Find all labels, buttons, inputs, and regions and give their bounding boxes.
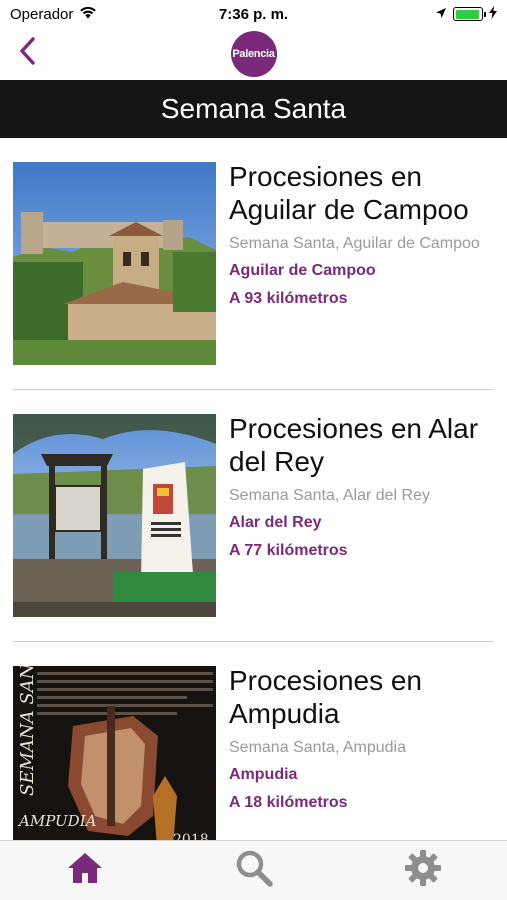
search-icon bbox=[235, 849, 273, 892]
item-town: Ampudia bbox=[229, 766, 298, 783]
poster-side-text: SEMANA SAN bbox=[17, 666, 38, 796]
location-arrow-icon bbox=[435, 6, 447, 23]
item-info: Procesiones en Ampudia Semana Santa, Amp… bbox=[229, 664, 499, 812]
results-list[interactable]: Procesiones en Aguilar de Campoo Semana … bbox=[0, 138, 507, 840]
battery-icon bbox=[453, 7, 486, 21]
palencia-logo: Palencia bbox=[230, 31, 277, 77]
item-category: Semana Santa, Ampudia bbox=[229, 739, 407, 756]
ampudia-poster: SEMANA SAN AMPUDIA 2018 bbox=[13, 666, 216, 840]
item-title: Procesiones en Aguilar de Campoo bbox=[229, 161, 469, 225]
poster-year-text: 2018 bbox=[173, 832, 209, 840]
item-title: Procesiones en Ampudia bbox=[229, 665, 423, 729]
item-town: Aguilar de Campoo bbox=[229, 262, 376, 279]
poster-bottom-text: AMPUDIA bbox=[17, 812, 97, 830]
item-category: Semana Santa, Aguilar de Campoo bbox=[229, 235, 480, 252]
list-item[interactable]: SEMANA SAN AMPUDIA 2018 Procesiones en A… bbox=[0, 642, 507, 840]
charging-bolt-icon bbox=[489, 5, 497, 23]
item-distance: A 77 kilómetros bbox=[229, 542, 348, 559]
monument-canal-photo bbox=[13, 414, 216, 617]
list-item[interactable]: Procesiones en Aguilar de Campoo Semana … bbox=[0, 138, 507, 390]
wifi-icon bbox=[79, 6, 97, 23]
status-bar: Operador 7:36 p. m. bbox=[0, 0, 507, 28]
logo-text: Palencia bbox=[232, 48, 275, 60]
status-left: Operador bbox=[10, 6, 97, 23]
status-right bbox=[435, 5, 497, 23]
item-title: Procesiones en Alar del Rey bbox=[229, 413, 479, 477]
tab-home[interactable] bbox=[55, 846, 115, 896]
item-info: Procesiones en Aguilar de Campoo Semana … bbox=[229, 160, 499, 308]
item-distance: A 18 kilómetros bbox=[229, 794, 348, 811]
castle-church-photo bbox=[13, 162, 216, 365]
battery-cap bbox=[484, 12, 486, 17]
home-icon bbox=[66, 851, 104, 890]
tab-bar bbox=[0, 840, 507, 900]
item-town: Alar del Rey bbox=[229, 514, 322, 531]
page-title: Semana Santa bbox=[160, 93, 347, 124]
tab-settings[interactable] bbox=[393, 846, 453, 896]
item-info: Procesiones en Alar del Rey Semana Santa… bbox=[229, 412, 499, 560]
item-category: Semana Santa, Alar del Rey bbox=[229, 487, 431, 504]
battery-level bbox=[455, 9, 480, 19]
tab-search[interactable] bbox=[224, 846, 284, 896]
item-distance: A 93 kilómetros bbox=[229, 290, 348, 307]
title-bar: Semana Santa bbox=[0, 80, 507, 138]
nav-bar: Palencia bbox=[0, 28, 507, 80]
chevron-left-icon bbox=[18, 36, 36, 71]
carrier-label: Operador bbox=[10, 5, 74, 23]
list-item[interactable]: Procesiones en Alar del Rey Semana Santa… bbox=[0, 390, 507, 642]
back-button[interactable] bbox=[10, 36, 44, 70]
gear-icon bbox=[404, 849, 442, 892]
